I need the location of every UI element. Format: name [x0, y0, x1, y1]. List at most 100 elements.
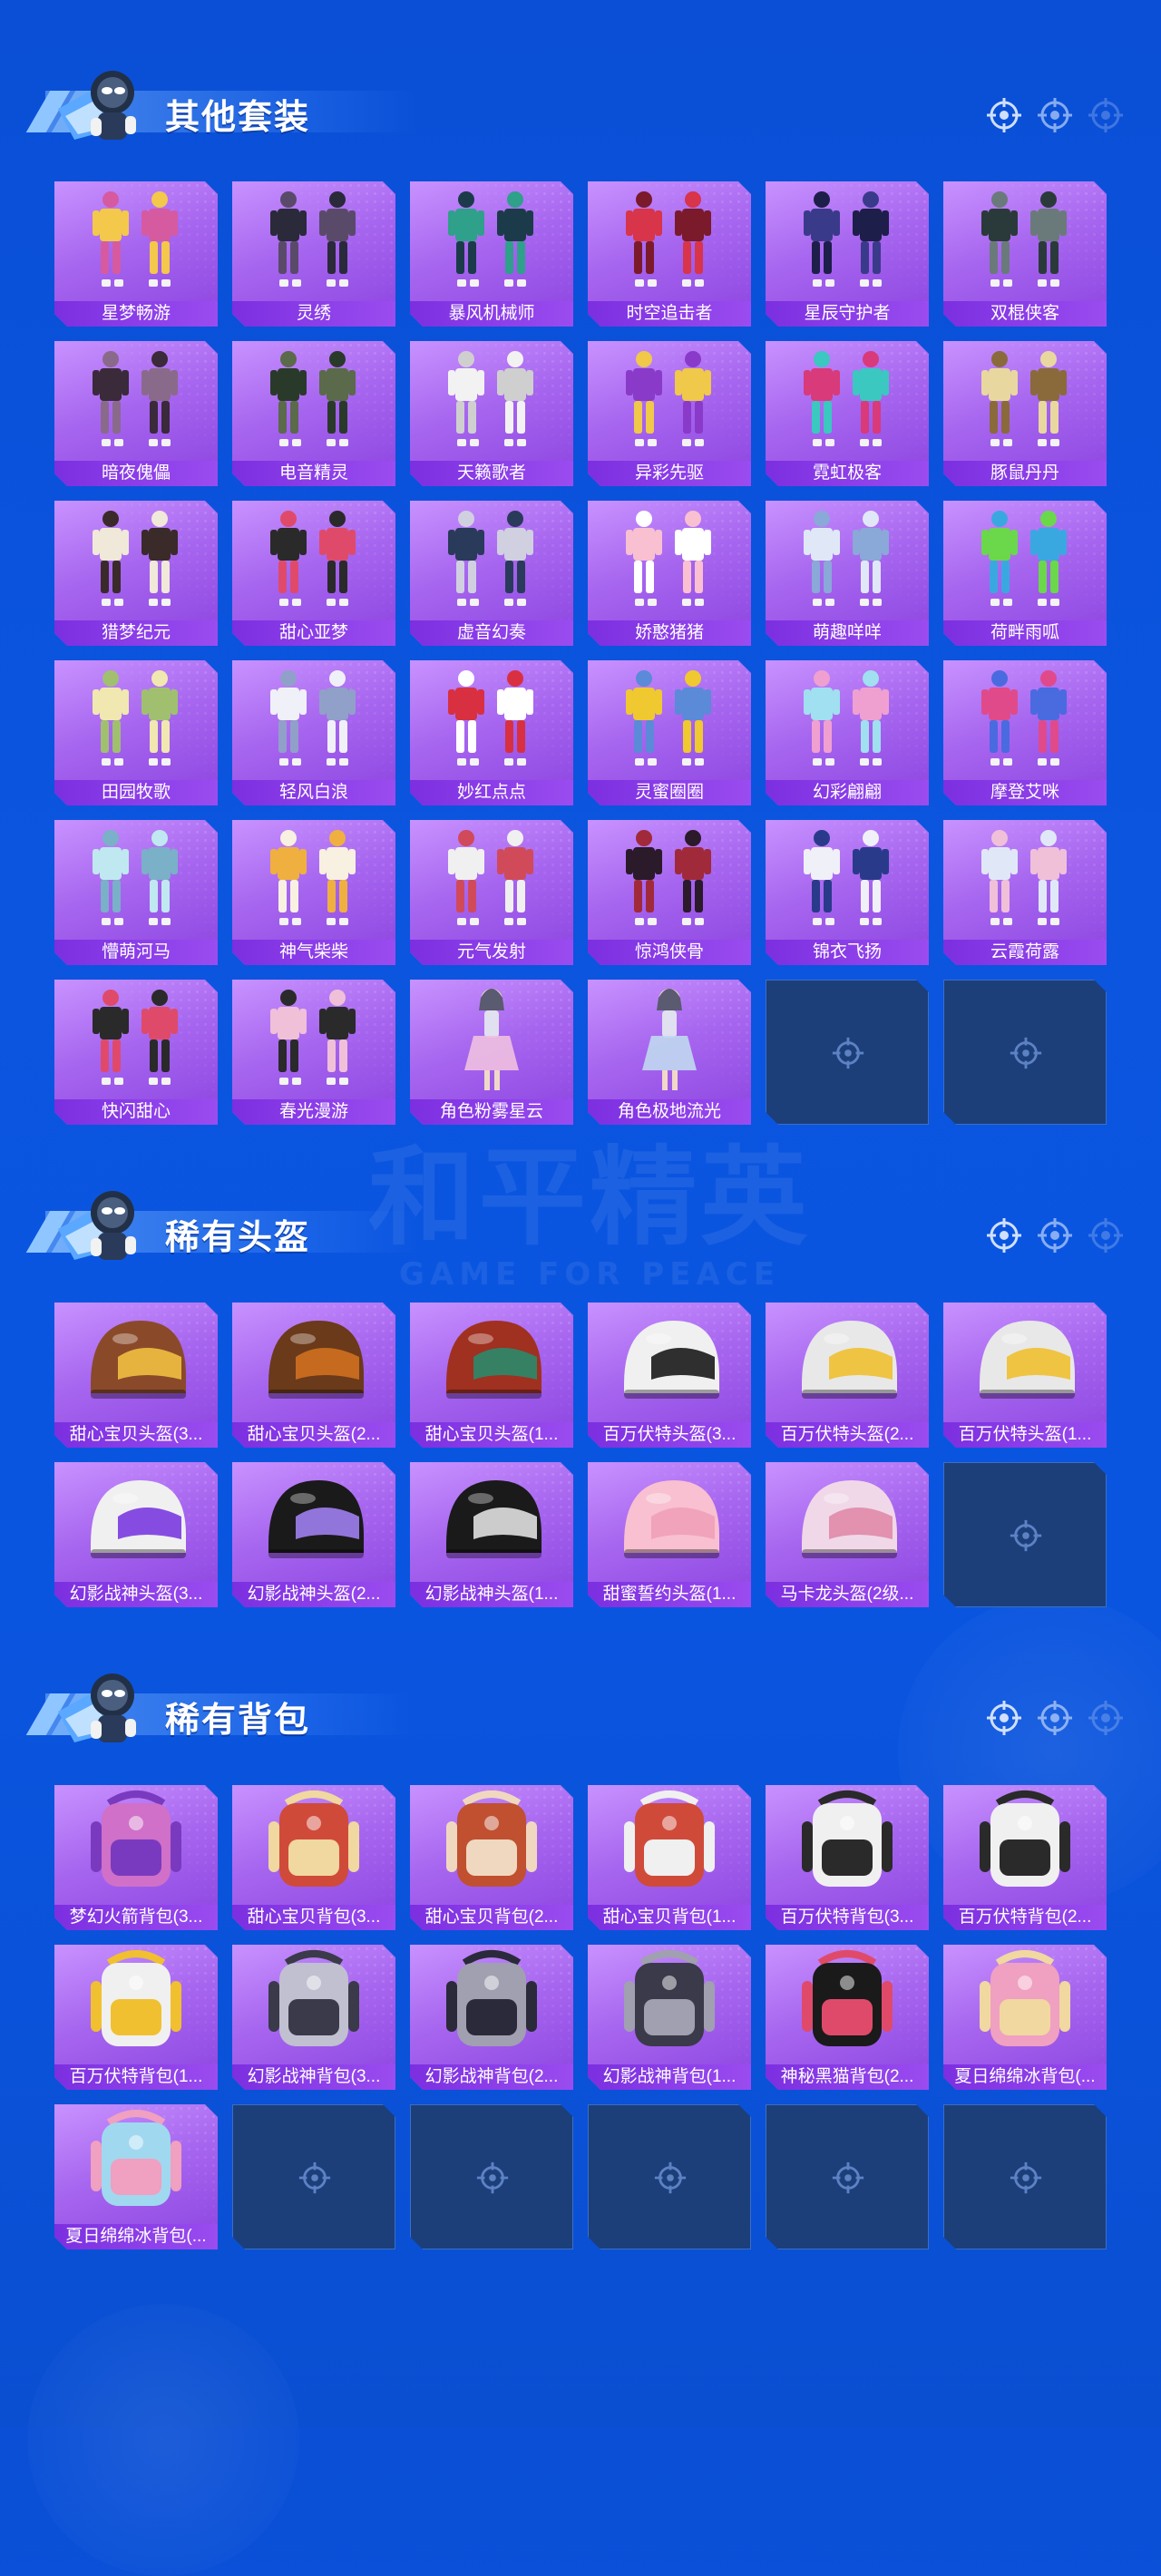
item-card[interactable]: 幻影战神背包(2...	[410, 1945, 573, 2090]
item-label: 甜心宝贝头盔(2...	[232, 1422, 395, 1448]
item-label: 妙红点点	[410, 780, 573, 805]
outfit-icon	[232, 820, 395, 938]
section-title: 其他套装	[165, 97, 311, 137]
outfit-icon	[232, 501, 395, 619]
item-card[interactable]: 甜心宝贝头盔(1...	[410, 1303, 573, 1448]
item-card[interactable]: 夏日绵绵冰背包(...	[943, 1945, 1107, 2090]
item-card[interactable]: 异彩先驱	[588, 341, 751, 486]
helmet-icon	[766, 1303, 929, 1420]
helmet-icon	[54, 1462, 218, 1580]
outfit-icon	[410, 181, 573, 299]
item-card[interactable]: 时空追击者	[588, 181, 751, 327]
item-card[interactable]: 甜蜜誓约头盔(1...	[588, 1462, 751, 1607]
crosshair-icon	[1087, 1699, 1125, 1741]
item-card[interactable]: 马卡龙头盔(2级...	[766, 1462, 929, 1607]
item-card[interactable]: 猎梦纪元	[54, 501, 218, 646]
item-card[interactable]: 幻影战神头盔(3...	[54, 1462, 218, 1607]
empty-slot	[232, 2104, 395, 2249]
item-card[interactable]: 角色极地流光	[588, 980, 751, 1125]
backpack-icon	[54, 1785, 218, 1903]
outfit-icon	[232, 181, 395, 299]
outfit-icon	[232, 341, 395, 459]
backpack-icon	[588, 1785, 751, 1903]
item-card[interactable]: 元气发射	[410, 820, 573, 965]
item-label: 萌趣咩咩	[766, 620, 929, 646]
outfit-icon	[766, 181, 929, 299]
item-card[interactable]: 甜心宝贝头盔(3...	[54, 1303, 218, 1448]
outfit-icon	[54, 660, 218, 778]
item-card[interactable]: 豚鼠丹丹	[943, 341, 1107, 486]
item-label: 幻影战神头盔(1...	[410, 1582, 573, 1607]
item-card[interactable]: 角色粉雾星云	[410, 980, 573, 1125]
item-card[interactable]: 轻风白浪	[232, 660, 395, 805]
section-title: 稀有头盔	[165, 1217, 311, 1257]
item-card[interactable]: 百万伏特背包(2...	[943, 1785, 1107, 1930]
item-card[interactable]: 甜心亚梦	[232, 501, 395, 646]
item-card[interactable]: 霓虹极客	[766, 341, 929, 486]
item-card[interactable]: 梦幻火箭背包(3...	[54, 1785, 218, 1930]
crosshair-icon	[1087, 96, 1125, 138]
item-card[interactable]: 百万伏特头盔(3...	[588, 1303, 751, 1448]
item-card[interactable]: 星梦畅游	[54, 181, 218, 327]
item-card[interactable]: 百万伏特头盔(1...	[943, 1303, 1107, 1448]
item-card[interactable]: 神秘黑猫背包(2...	[766, 1945, 929, 2090]
item-card[interactable]: 幻影战神头盔(2...	[232, 1462, 395, 1607]
backpack-icon	[943, 1785, 1107, 1903]
item-label: 灵蜜圈圈	[588, 780, 751, 805]
crosshair-decoration	[985, 96, 1125, 138]
item-card[interactable]: 田园牧歌	[54, 660, 218, 805]
item-card[interactable]: 暴风机械师	[410, 181, 573, 327]
item-card[interactable]: 荷畔雨呱	[943, 501, 1107, 646]
outfit-icon	[766, 501, 929, 619]
section-header: 稀有背包	[25, 1655, 1125, 1755]
item-card[interactable]: 灵蜜圈圈	[588, 660, 751, 805]
backpack-icon	[588, 1945, 751, 2063]
item-card[interactable]: 百万伏特背包(1...	[54, 1945, 218, 2090]
item-card[interactable]: 幻影战神背包(3...	[232, 1945, 395, 2090]
item-card[interactable]: 天籁歌者	[410, 341, 573, 486]
item-card[interactable]: 暗夜傀儡	[54, 341, 218, 486]
item-card[interactable]: 幻彩翩翩	[766, 660, 929, 805]
crosshair-icon	[1008, 1035, 1044, 1071]
item-card[interactable]: 春光漫游	[232, 980, 395, 1125]
item-label: 甜心宝贝背包(1...	[588, 1905, 751, 1930]
item-card[interactable]: 虚音幻奏	[410, 501, 573, 646]
item-card[interactable]: 萌趣咩咩	[766, 501, 929, 646]
outfit-icon	[766, 820, 929, 938]
item-card[interactable]: 双棍侠客	[943, 181, 1107, 327]
outfit-icon	[588, 660, 751, 778]
item-card[interactable]: 快闪甜心	[54, 980, 218, 1125]
character-icon	[410, 980, 573, 1098]
backpack-icon	[410, 1945, 573, 2063]
item-label: 幻彩翩翩	[766, 780, 929, 805]
item-card[interactable]: 娇憨猪猪	[588, 501, 751, 646]
item-card[interactable]: 星辰守护者	[766, 181, 929, 327]
helmet-icon	[766, 1462, 929, 1580]
item-label: 懵萌河马	[54, 940, 218, 965]
item-card[interactable]: 妙红点点	[410, 660, 573, 805]
item-label: 时空追击者	[588, 301, 751, 327]
crosshair-decoration	[985, 1216, 1125, 1258]
item-card[interactable]: 百万伏特头盔(2...	[766, 1303, 929, 1448]
item-card[interactable]: 锦衣飞扬	[766, 820, 929, 965]
item-card[interactable]: 甜心宝贝头盔(2...	[232, 1303, 395, 1448]
item-card[interactable]: 灵绣	[232, 181, 395, 327]
item-card[interactable]: 甜心宝贝背包(2...	[410, 1785, 573, 1930]
item-card[interactable]: 甜心宝贝背包(3...	[232, 1785, 395, 1930]
crosshair-icon	[985, 96, 1023, 138]
item-card[interactable]: 云霞荷露	[943, 820, 1107, 965]
item-card[interactable]: 惊鸿侠骨	[588, 820, 751, 965]
item-card[interactable]: 百万伏特背包(3...	[766, 1785, 929, 1930]
item-card[interactable]: 摩登艾咪	[943, 660, 1107, 805]
item-card[interactable]: 懵萌河马	[54, 820, 218, 965]
item-card[interactable]: 神气柴柴	[232, 820, 395, 965]
helmet-icon	[232, 1303, 395, 1420]
item-card[interactable]: 幻影战神头盔(1...	[410, 1462, 573, 1607]
crosshair-icon	[830, 1035, 866, 1071]
item-card[interactable]: 幻影战神背包(1...	[588, 1945, 751, 2090]
item-card[interactable]: 电音精灵	[232, 341, 395, 486]
item-card[interactable]: 甜心宝贝背包(1...	[588, 1785, 751, 1930]
item-card[interactable]: 夏日绵绵冰背包(...	[54, 2104, 218, 2249]
outfit-icon	[766, 341, 929, 459]
crosshair-icon	[1008, 1517, 1044, 1554]
